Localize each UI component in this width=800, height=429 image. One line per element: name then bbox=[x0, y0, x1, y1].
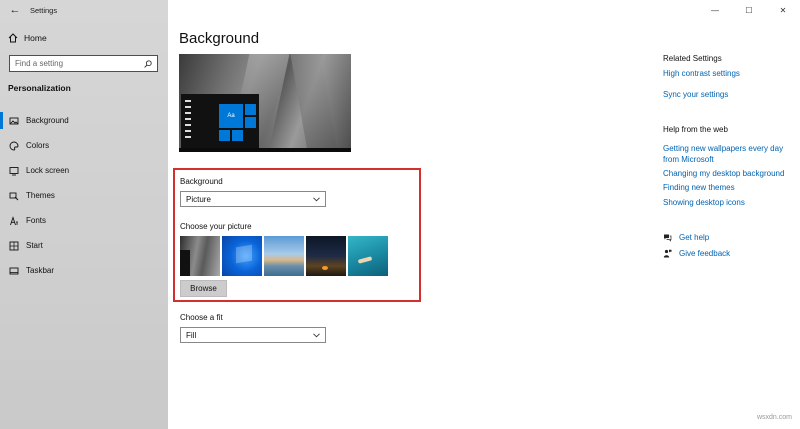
app-title: Settings bbox=[30, 5, 58, 15]
fit-label: Choose a fit bbox=[180, 313, 223, 322]
give-feedback-label: Give feedback bbox=[679, 249, 731, 258]
minimize-button[interactable]: — bbox=[698, 4, 732, 16]
title-bar: ← Settings bbox=[0, 0, 168, 20]
sidebar-item-taskbar[interactable]: Taskbar bbox=[0, 258, 168, 283]
preview-tile bbox=[245, 117, 256, 128]
page-title: Background bbox=[179, 30, 260, 47]
maximize-button[interactable]: ☐ bbox=[732, 4, 766, 16]
sidebar: ← Settings Home Personalization Backgrou… bbox=[0, 0, 168, 429]
preview-taskbar bbox=[179, 148, 351, 152]
section-title: Personalization bbox=[8, 83, 71, 93]
related-settings-title: Related Settings bbox=[663, 54, 722, 63]
preview-tile-label: Aa bbox=[227, 113, 235, 119]
preview-app-list bbox=[185, 100, 193, 142]
background-dropdown-value: Picture bbox=[186, 194, 211, 204]
background-dropdown[interactable]: Picture bbox=[180, 191, 326, 207]
get-help-label: Get help bbox=[679, 233, 710, 242]
sidebar-item-lock-screen[interactable]: Lock screen bbox=[0, 158, 168, 183]
fit-dropdown[interactable]: Fill bbox=[180, 327, 326, 343]
desktop-preview: Aa bbox=[179, 54, 351, 152]
brush-icon bbox=[9, 192, 19, 200]
nav-list: Background Colors Lock screen Themes Fon… bbox=[0, 108, 168, 283]
get-help-link[interactable]: Get help bbox=[663, 233, 709, 242]
give-feedback-link[interactable]: Give feedback bbox=[663, 249, 730, 258]
feedback-person-icon bbox=[663, 249, 672, 258]
lock-screen-icon bbox=[9, 166, 19, 175]
maximize-icon: ☐ bbox=[745, 5, 753, 15]
image-icon bbox=[9, 117, 19, 124]
picture-thumb-beach[interactable] bbox=[264, 236, 304, 276]
link-change-background[interactable]: Changing my desktop background bbox=[663, 168, 788, 179]
search-icon[interactable] bbox=[144, 59, 152, 68]
picture-thumb-windows-blue[interactable] bbox=[222, 236, 262, 276]
sidebar-item-background[interactable]: Background bbox=[0, 108, 168, 133]
chevron-down-icon bbox=[313, 196, 320, 201]
minimize-icon: — bbox=[711, 5, 719, 15]
back-button[interactable]: ← bbox=[0, 0, 30, 20]
preview-start-menu: Aa bbox=[181, 94, 259, 152]
window-controls: — ☐ ✕ bbox=[698, 4, 800, 16]
search-input[interactable] bbox=[15, 59, 135, 68]
sidebar-item-label: Taskbar bbox=[26, 266, 55, 275]
preview-tile bbox=[232, 130, 243, 141]
chat-bubble-icon bbox=[664, 234, 672, 242]
close-icon: ✕ bbox=[779, 5, 787, 15]
link-find-themes[interactable]: Finding new themes bbox=[663, 182, 788, 193]
palette-icon bbox=[9, 141, 19, 150]
browse-button[interactable]: Browse bbox=[180, 280, 227, 297]
picture-thumb-rock[interactable] bbox=[180, 236, 220, 276]
preview-rock bbox=[290, 54, 338, 152]
link-desktop-icons[interactable]: Showing desktop icons bbox=[663, 197, 788, 208]
sidebar-item-label: Lock screen bbox=[26, 166, 70, 175]
background-label: Background bbox=[180, 177, 223, 186]
watermark: wsxdn.com bbox=[756, 414, 792, 421]
taskbar-icon bbox=[9, 267, 19, 274]
chevron-down-icon bbox=[313, 332, 320, 337]
sidebar-item-start[interactable]: Start bbox=[0, 233, 168, 258]
sidebar-item-fonts[interactable]: Fonts bbox=[0, 208, 168, 233]
back-arrow-icon: ← bbox=[9, 4, 21, 16]
preview-tile bbox=[219, 130, 230, 141]
picture-thumbnails bbox=[180, 236, 388, 276]
link-wallpapers[interactable]: Getting new wallpapers every day from Mi… bbox=[663, 143, 788, 165]
sidebar-item-label: Fonts bbox=[26, 216, 47, 225]
home-icon bbox=[8, 33, 18, 43]
sidebar-item-themes[interactable]: Themes bbox=[0, 183, 168, 208]
help-web-title: Help from the web bbox=[663, 125, 728, 134]
sidebar-item-label: Background bbox=[26, 116, 69, 125]
font-icon bbox=[10, 215, 18, 225]
choose-picture-label: Choose your picture bbox=[180, 222, 252, 231]
picture-thumb-underwater[interactable] bbox=[348, 236, 388, 276]
sidebar-item-label: Themes bbox=[26, 191, 55, 200]
fit-dropdown-value: Fill bbox=[186, 330, 197, 340]
sidebar-item-label: Start bbox=[26, 241, 43, 250]
preview-tile: Aa bbox=[219, 104, 243, 128]
search-box[interactable] bbox=[9, 55, 158, 72]
home-label: Home bbox=[24, 33, 47, 43]
sidebar-item-label: Colors bbox=[26, 141, 50, 150]
link-sync-settings[interactable]: Sync your settings bbox=[663, 89, 788, 100]
start-grid-icon bbox=[9, 241, 19, 250]
link-high-contrast[interactable]: High contrast settings bbox=[663, 68, 788, 79]
home-nav[interactable]: Home bbox=[8, 33, 47, 43]
sidebar-item-colors[interactable]: Colors bbox=[0, 133, 168, 158]
preview-tile bbox=[245, 104, 256, 115]
close-button[interactable]: ✕ bbox=[766, 4, 800, 16]
picture-thumb-night-sky[interactable] bbox=[306, 236, 346, 276]
